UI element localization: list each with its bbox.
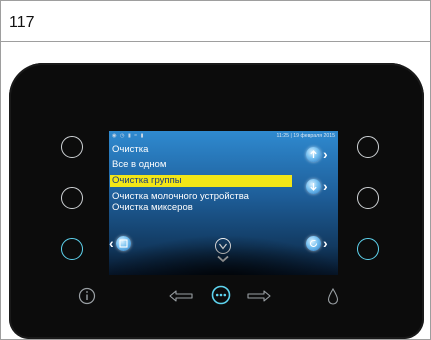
menu-dots-icon[interactable] (211, 285, 231, 305)
info-icon[interactable] (78, 287, 96, 305)
menu-item-all-in-one[interactable]: Все в одном (110, 159, 166, 171)
menu-item-group-cleaning[interactable]: Очистка группы (110, 175, 292, 187)
confirm-icon[interactable] (215, 238, 231, 254)
status-icons: ◉ ◷ ▮ ≈ ▮ (112, 133, 144, 139)
battery-icon: ▮ (140, 133, 145, 139)
back-icon[interactable] (116, 236, 131, 251)
menu-item-mixers-cleaning[interactable]: Очистка миксеров (110, 202, 193, 214)
menu-item-cleaning[interactable]: Очистка (110, 144, 148, 156)
right-button-top[interactable] (357, 136, 379, 158)
left-button-top[interactable] (61, 136, 83, 158)
water-drop-icon[interactable] (327, 287, 339, 305)
left-button-bottom[interactable] (61, 238, 83, 260)
wifi-icon: ≈ (134, 133, 139, 139)
clock-icon: ◷ (119, 133, 126, 139)
right-button-middle[interactable] (357, 187, 379, 209)
status-datetime: 11:25 | 19 февраля 2015 (276, 133, 335, 139)
status-bar: ◉ ◷ ▮ ≈ ▮ 11:25 | 19 февраля 2015 (109, 131, 338, 141)
menu-item-label: Очистка (112, 144, 149, 155)
display-screen: ◉ ◷ ▮ ≈ ▮ 11:25 | 19 февраля 2015 Очистк… (109, 131, 338, 275)
rotate-icon[interactable] (306, 236, 321, 251)
scroll-up-icon[interactable] (306, 147, 321, 162)
right-button-bottom[interactable] (357, 238, 379, 260)
left-button-middle[interactable] (61, 187, 83, 209)
chevron-right-icon: › (323, 146, 328, 162)
figure-number: 117 (9, 14, 35, 31)
arrow-right-icon[interactable] (247, 290, 271, 302)
menu-item-label: Очистка миксеров (112, 202, 193, 213)
thermometer-icon: ▮ (127, 133, 132, 139)
chevron-left-icon: ‹ (109, 235, 114, 251)
menu-item-label: Очистка молочного устройства (112, 191, 249, 202)
figure-label-box: 117 (1, 1, 430, 42)
scroll-down-icon[interactable] (306, 179, 321, 194)
chevron-right-icon: › (323, 235, 328, 251)
menu-item-label: Очистка группы (112, 175, 182, 186)
chevron-down-icon (217, 255, 229, 263)
arrow-left-icon[interactable] (169, 290, 193, 302)
figure-frame: 117 ◉ ◷ ▮ ≈ ▮ 11:25 | 19 февраля 2015 Оч… (0, 0, 431, 340)
menu-item-label: Все в одном (112, 159, 167, 170)
user-icon: ◉ (112, 133, 118, 139)
chevron-right-icon: › (323, 178, 328, 194)
